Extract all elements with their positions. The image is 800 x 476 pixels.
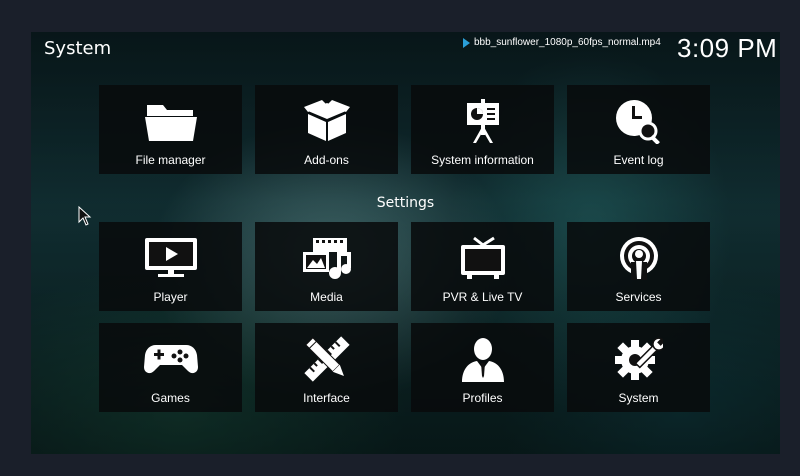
tile-label: File manager xyxy=(135,153,206,167)
tile-label: Interface xyxy=(303,391,350,405)
tile-label: Event log xyxy=(613,153,664,167)
media-icon xyxy=(302,238,351,279)
clock: 3:09 PM xyxy=(677,33,778,63)
section-title: Settings xyxy=(376,195,435,211)
now-playing-filename: bbb_sunflower_1080p_60fps_normal.mp4 xyxy=(474,37,661,48)
presentation-icon xyxy=(466,99,499,143)
kodi-screen: System bbb_sunflower_1080p_60fps_normal.… xyxy=(31,32,780,454)
tile-media[interactable]: Media xyxy=(255,222,398,311)
tile-label: Services xyxy=(615,290,662,304)
tile-games[interactable]: Games xyxy=(99,323,242,412)
tile-label: System xyxy=(618,391,659,405)
gear-wrench-icon xyxy=(614,337,663,380)
podcast-icon xyxy=(619,237,658,280)
tile-label: Player xyxy=(153,290,188,304)
tile-label: System information xyxy=(431,153,534,167)
clock-search-icon xyxy=(615,100,660,144)
pencil-ruler-icon xyxy=(303,336,350,382)
monitor-play-icon xyxy=(144,238,197,277)
tile-file-manager[interactable]: File manager xyxy=(99,85,242,174)
tile-system[interactable]: System xyxy=(567,323,710,412)
box-icon xyxy=(303,100,350,141)
folder-icon xyxy=(144,105,197,141)
tile-interface[interactable]: Interface xyxy=(255,323,398,412)
page-title: System xyxy=(44,38,112,59)
tile-label: PVR & Live TV xyxy=(442,290,523,304)
tile-player[interactable]: Player xyxy=(99,222,242,311)
tile-add-ons[interactable]: Add-ons xyxy=(255,85,398,174)
now-playing: bbb_sunflower_1080p_60fps_normal.mp4 xyxy=(463,37,661,48)
tile-system-information[interactable]: System information xyxy=(411,85,554,174)
tile-pvr-live-tv[interactable]: PVR & Live TV xyxy=(411,222,554,311)
tile-label: Media xyxy=(310,290,343,304)
tv-icon xyxy=(460,236,505,279)
mouse-pointer-icon xyxy=(78,206,92,226)
tile-profiles[interactable]: Profiles xyxy=(411,323,554,412)
tile-event-log[interactable]: Event log xyxy=(567,85,710,174)
tile-label: Profiles xyxy=(462,391,503,405)
tile-label: Add-ons xyxy=(304,153,349,167)
tile-label: Games xyxy=(151,391,190,405)
tile-services[interactable]: Services xyxy=(567,222,710,311)
gamepad-icon xyxy=(143,345,198,374)
play-icon xyxy=(463,37,470,48)
user-icon xyxy=(461,338,504,382)
